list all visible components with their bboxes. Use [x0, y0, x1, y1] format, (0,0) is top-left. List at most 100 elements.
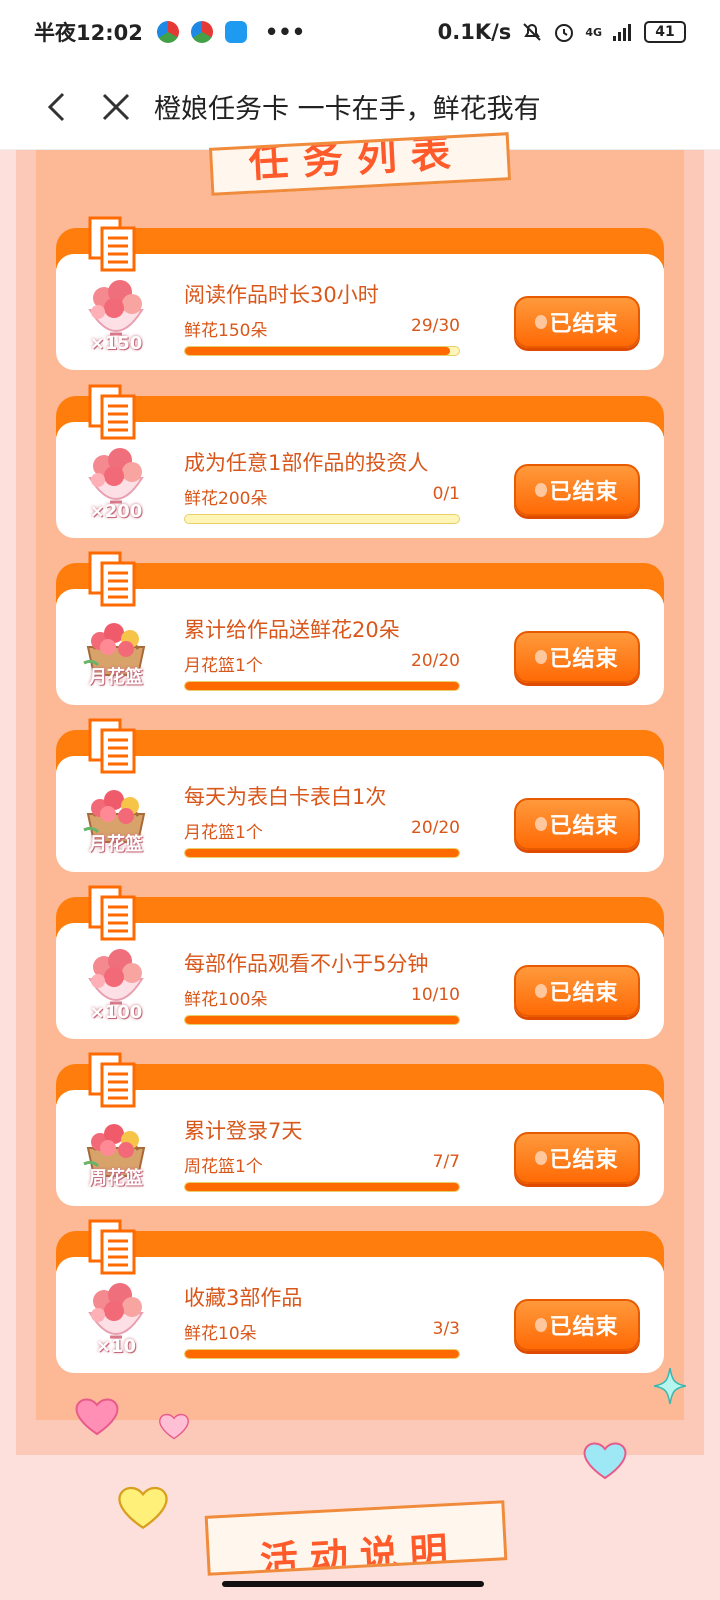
button-highlight-icon — [535, 1151, 548, 1165]
app-notification-icon — [156, 21, 179, 43]
task-status-label: 已结束 — [549, 647, 619, 672]
flower-basket-icon: 周花篮 — [80, 1104, 152, 1196]
app-notification-icon — [190, 21, 213, 43]
task-card: 周花篮 累计登录7天周花篮1个 7/7 已结束 — [56, 1052, 664, 1206]
button-highlight-icon — [535, 1318, 548, 1332]
task-ended-button[interactable]: 已结束 — [514, 296, 640, 348]
task-status-label: 已结束 — [549, 1148, 619, 1173]
network-type: 4G — [585, 25, 602, 39]
task-progress-text: 3/3 — [432, 1319, 460, 1339]
back-button[interactable] — [26, 77, 86, 137]
task-document-icon — [88, 1052, 136, 1108]
task-progress-bar — [184, 1349, 460, 1359]
task-ended-button[interactable]: 已结束 — [514, 631, 640, 683]
flower-bouquet-icon: ×10 — [80, 1271, 152, 1363]
task-document-icon — [88, 885, 136, 941]
flower-bouquet-icon: ×200 — [80, 436, 152, 528]
task-document-icon — [88, 1219, 136, 1275]
task-title: 成为任意1部作品的投资人 — [184, 451, 429, 475]
task-title: 每天为表白卡表白1次 — [184, 785, 387, 809]
task-title: 累计给作品送鲜花20朵 — [184, 618, 400, 642]
task-progress-fill — [185, 849, 459, 857]
chevron-left-icon — [47, 92, 65, 121]
reward-label: 月花篮 — [89, 667, 143, 688]
net-speed: 0.1K/s — [437, 20, 512, 44]
sparkle-decoration-icon — [654, 1368, 686, 1404]
task-status-label: 已结束 — [549, 1315, 619, 1340]
task-document-icon — [88, 718, 136, 774]
task-progress-text: 29/30 — [411, 316, 460, 336]
reward-label: ×150 — [89, 333, 143, 354]
task-progress-text: 7/7 — [432, 1152, 460, 1172]
button-highlight-icon — [535, 817, 548, 831]
task-progress-text: 20/20 — [411, 651, 460, 671]
reward-label: ×200 — [89, 501, 143, 522]
flower-bouquet-icon: ×100 — [80, 937, 152, 1029]
flower-basket-icon: 月花篮 — [80, 603, 152, 695]
reward-label: 月花篮 — [89, 834, 143, 855]
task-progress-text: 0/1 — [432, 484, 460, 504]
flower-bouquet-icon: ×150 — [80, 268, 152, 360]
task-reward-text: 鲜花10朵 — [184, 1324, 257, 1344]
reward-label: ×100 — [89, 1002, 143, 1023]
task-status-label: 已结束 — [549, 981, 619, 1006]
heart-decoration-icon — [583, 1442, 627, 1480]
task-card: 月花篮 每天为表白卡表白1次月花篮1个 20/20 已结束 — [56, 718, 664, 872]
battery-icon: 41 — [644, 21, 686, 43]
task-ended-button[interactable]: 已结束 — [514, 1299, 640, 1351]
task-reward-text: 月花篮1个 — [184, 656, 263, 676]
task-reward-text: 鲜花150朵 — [184, 321, 268, 341]
task-title: 阅读作品时长30小时 — [184, 283, 379, 307]
heart-decoration-icon — [159, 1413, 189, 1440]
button-highlight-icon — [535, 984, 548, 998]
task-progress-bar — [184, 1182, 460, 1192]
task-status-label: 已结束 — [549, 480, 619, 505]
task-ended-button[interactable]: 已结束 — [514, 965, 640, 1017]
task-progress-text: 20/20 — [411, 818, 460, 838]
activity-notes-banner-text: 活动说明 — [258, 1528, 461, 1576]
button-highlight-icon — [535, 650, 548, 664]
task-card: 月花篮 累计给作品送鲜花20朵月花篮1个 20/20 已结束 — [56, 551, 664, 705]
task-card: ×200 成为任意1部作品的投资人鲜花200朵 0/1 已结束 — [56, 384, 664, 538]
task-reward-text: 月花篮1个 — [184, 823, 263, 843]
task-title: 收藏3部作品 — [184, 1286, 303, 1310]
activity-notes-banner: 活动说明 — [204, 1500, 508, 1576]
close-icon — [102, 93, 130, 120]
task-progress-fill — [185, 347, 450, 355]
home-indicator[interactable] — [222, 1581, 484, 1587]
task-ended-button[interactable]: 已结束 — [514, 1132, 640, 1184]
reward-label: 周花篮 — [89, 1168, 143, 1189]
task-reward-text: 鲜花100朵 — [184, 990, 268, 1010]
reward-label: ×10 — [95, 1336, 137, 1357]
button-highlight-icon — [535, 483, 548, 497]
task-card: ×150 阅读作品时长30小时鲜花150朵 29/30 已结束 — [56, 216, 664, 370]
task-progress-fill — [185, 682, 459, 690]
task-document-icon — [88, 384, 136, 440]
signal-icon — [613, 24, 631, 41]
heart-decoration-icon — [118, 1486, 168, 1530]
task-title: 累计登录7天 — [184, 1119, 303, 1143]
alarm-icon — [555, 24, 574, 42]
app-notification-icon — [224, 21, 247, 43]
task-card: ×100 每部作品观看不小于5分钟 鲜花100朵 10/10 已结束 — [56, 885, 664, 1039]
task-card: ×10 收藏3部作品鲜花10朵 3/3 已结束 — [56, 1219, 664, 1373]
task-status-label: 已结束 — [549, 312, 619, 337]
mute-icon — [523, 23, 542, 41]
button-highlight-icon — [535, 315, 548, 329]
task-document-icon — [88, 551, 136, 607]
task-progress-bar — [184, 1015, 460, 1025]
task-ended-button[interactable]: 已结束 — [514, 464, 640, 516]
task-reward-text: 周花篮1个 — [184, 1157, 263, 1177]
task-ended-button[interactable]: 已结束 — [514, 798, 640, 850]
task-progress-bar — [184, 848, 460, 858]
nav-bar: 橙娘任务卡 一卡在手，鲜花我有 — [0, 64, 720, 150]
task-reward-text: 鲜花200朵 — [184, 489, 268, 509]
more-notifications-icon: ••• — [264, 20, 306, 44]
close-button[interactable] — [86, 77, 146, 137]
task-document-icon — [88, 216, 136, 272]
status-bar: 半夜12:02 ••• 0.1K/s 4G 41 — [0, 0, 720, 64]
task-progress-text: 10/10 — [411, 985, 460, 1005]
task-progress-bar — [184, 514, 460, 524]
task-progress-fill — [185, 1016, 459, 1024]
task-progress-bar — [184, 681, 460, 691]
